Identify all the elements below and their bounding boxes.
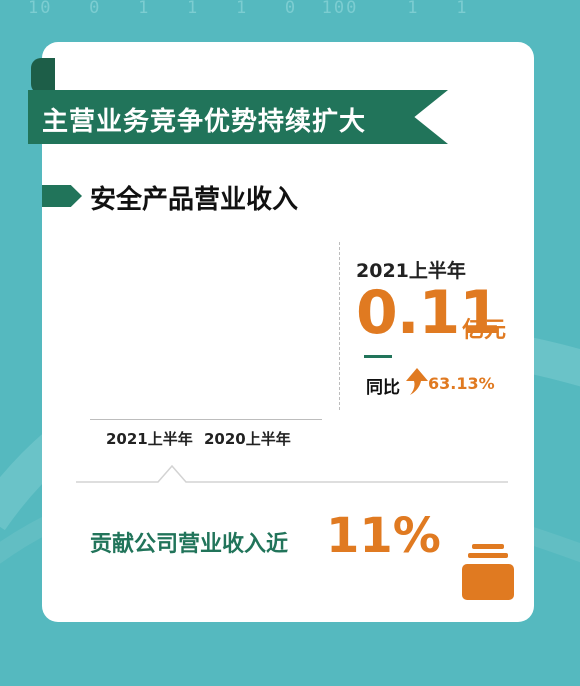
banner-title: 主营业务竞争优势持续扩大 (42, 107, 367, 137)
x-tick-label: 2021上半年 (106, 430, 193, 448)
banner-tab (31, 58, 55, 94)
content-card: 主营业务竞争优势持续扩大 安全产品营业收入 2021上半年 0.11 亿元 同比… (28, 42, 534, 622)
arrow-marker-icon (42, 185, 82, 207)
contribution-label: 贡献公司营业收入近 (90, 532, 289, 557)
revenue-unit: 亿元 (462, 318, 507, 343)
arrow-up-icon (406, 368, 428, 395)
vertical-divider (339, 242, 340, 410)
yoy-label: 同比 (366, 378, 400, 398)
x-tick-label: 2020上半年 (204, 430, 291, 448)
chart-baseline (90, 419, 322, 420)
coin-stack-icon (462, 544, 514, 600)
contribution-value: 11% (326, 508, 441, 564)
pointer-divider (76, 464, 508, 483)
section-title: 安全产品营业收入 (90, 185, 299, 215)
yoy-value: 63.13% (428, 374, 495, 393)
dash-mark (364, 355, 392, 358)
title-banner: 主营业务竞争优势持续扩大 (28, 90, 448, 144)
